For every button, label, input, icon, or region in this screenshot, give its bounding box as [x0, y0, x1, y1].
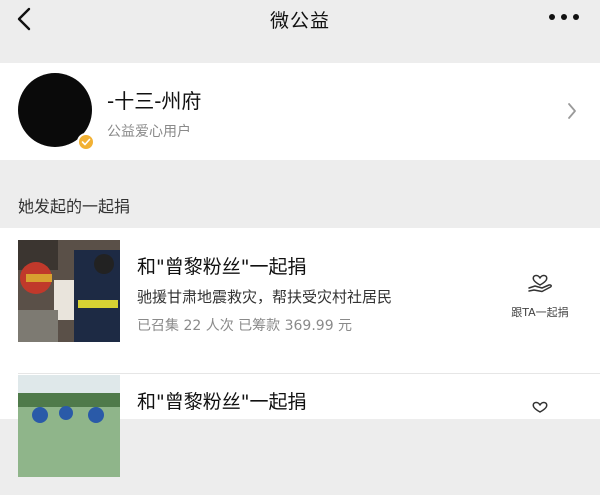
- check-icon: [81, 138, 91, 146]
- more-dots-icon[interactable]: [546, 10, 582, 24]
- thumbnail-image: [18, 240, 120, 342]
- list-item[interactable]: 和"曾黎粉丝"一起捐 驰援甘肃地震救灾，帮扶受灾村社居民 已召集 22 人次 已…: [0, 240, 600, 374]
- list-item[interactable]: 和"曾黎粉丝"一起捐: [0, 375, 600, 495]
- profile-role: 公益爱心用户: [107, 124, 191, 140]
- section-title: 她发起的一起捐: [18, 197, 131, 216]
- item-title: 和"曾黎粉丝"一起捐: [137, 391, 307, 413]
- thumbnail-image: [18, 375, 120, 477]
- profile-card[interactable]: -十三-州府 公益爱心用户: [0, 63, 600, 160]
- item-title: 和"曾黎粉丝"一起捐: [137, 256, 307, 278]
- item-description: 驰援甘肃地震救灾，帮扶受灾村社居民: [137, 288, 393, 306]
- donate-together-button[interactable]: 跟TA一起捐: [495, 268, 585, 328]
- chevron-right-icon[interactable]: [566, 101, 578, 121]
- donate-together-label: 跟TA一起捐: [511, 306, 569, 319]
- heart-hand-icon: [528, 274, 552, 293]
- verified-badge: [77, 133, 95, 151]
- profile-name: -十三-州府: [107, 89, 202, 113]
- donation-list: 和"曾黎粉丝"一起捐 驰援甘肃地震救灾，帮扶受灾村社居民 已召集 22 人次 已…: [0, 228, 600, 477]
- item-stats: 已召集 22 人次 已筹款 369.99 元: [137, 318, 353, 334]
- page-title: 微公益: [269, 10, 330, 32]
- divider: [18, 373, 600, 374]
- donate-together-button[interactable]: [495, 395, 585, 455]
- nav-bar: 微公益: [0, 0, 600, 40]
